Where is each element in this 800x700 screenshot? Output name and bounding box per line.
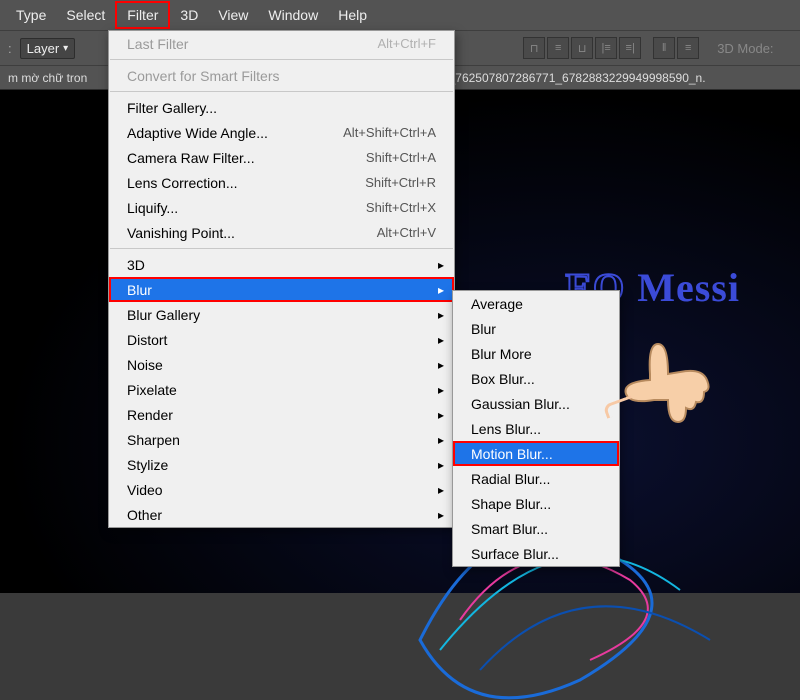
distribute-icon[interactable]: ≡ <box>677 37 699 59</box>
submenu-gaussian-blur[interactable]: Gaussian Blur... <box>453 391 619 416</box>
menu-3d-sub[interactable]: 3D <box>109 252 454 277</box>
menu-camera-raw[interactable]: Camera Raw Filter...Shift+Ctrl+A <box>109 145 454 170</box>
menu-3d[interactable]: 3D <box>170 3 208 27</box>
menu-sharpen-sub[interactable]: Sharpen <box>109 427 454 452</box>
menu-blur-gallery-sub[interactable]: Blur Gallery <box>109 302 454 327</box>
submenu-lens-blur[interactable]: Lens Blur... <box>453 416 619 441</box>
menu-render-sub[interactable]: Render <box>109 402 454 427</box>
blur-submenu: Average Blur Blur More Box Blur... Gauss… <box>452 290 620 567</box>
menu-adaptive-wide[interactable]: Adaptive Wide Angle...Alt+Shift+Ctrl+A <box>109 120 454 145</box>
mode-label: 3D Mode: <box>717 41 773 56</box>
menu-liquify[interactable]: Liquify...Shift+Ctrl+X <box>109 195 454 220</box>
align-icon[interactable]: ≡ <box>547 37 569 59</box>
menu-last-filter: Last FilterAlt+Ctrl+F <box>109 31 454 56</box>
menu-blur-sub[interactable]: Blur <box>109 277 454 302</box>
pointer-hand-icon <box>620 330 710 430</box>
doc-tab-left[interactable]: m mờ chữ tron <box>8 71 87 85</box>
menu-lens-correction[interactable]: Lens Correction...Shift+Ctrl+R <box>109 170 454 195</box>
menu-convert-smart: Convert for Smart Filters <box>109 63 454 88</box>
align-icon[interactable]: ⊓ <box>523 37 545 59</box>
menu-noise-sub[interactable]: Noise <box>109 352 454 377</box>
align-icon-group: ⊓ ≡ ⊔ |≡ ≡| ‖ ≡ <box>523 37 699 59</box>
distribute-icon[interactable]: ‖ <box>653 37 675 59</box>
align-icon[interactable]: ⊔ <box>571 37 593 59</box>
submenu-shape-blur[interactable]: Shape Blur... <box>453 491 619 516</box>
doc-tab-right[interactable]: /662_762507807286771_6782883229949998590… <box>425 71 705 85</box>
menu-view[interactable]: View <box>208 3 258 27</box>
submenu-surface-blur[interactable]: Surface Blur... <box>453 541 619 566</box>
filter-menu: Last FilterAlt+Ctrl+F Convert for Smart … <box>108 30 455 528</box>
menu-separator <box>110 91 453 92</box>
menu-bar: Type Select Filter 3D View Window Help <box>0 0 800 30</box>
layer-dropdown[interactable]: Layer ▾ <box>20 38 76 59</box>
menu-stylize-sub[interactable]: Stylize <box>109 452 454 477</box>
submenu-blur-more[interactable]: Blur More <box>453 341 619 366</box>
submenu-blur[interactable]: Blur <box>453 316 619 341</box>
submenu-motion-blur[interactable]: Motion Blur... <box>453 441 619 466</box>
menu-separator <box>110 248 453 249</box>
submenu-box-blur[interactable]: Box Blur... <box>453 366 619 391</box>
menu-video-sub[interactable]: Video <box>109 477 454 502</box>
layer-dropdown-label: Layer <box>27 41 60 56</box>
submenu-smart-blur[interactable]: Smart Blur... <box>453 516 619 541</box>
menu-type[interactable]: Type <box>6 3 56 27</box>
submenu-average[interactable]: Average <box>453 291 619 316</box>
menu-other-sub[interactable]: Other <box>109 502 454 527</box>
menu-help[interactable]: Help <box>328 3 377 27</box>
menu-window[interactable]: Window <box>258 3 328 27</box>
menu-filter-gallery[interactable]: Filter Gallery... <box>109 95 454 120</box>
menu-distort-sub[interactable]: Distort <box>109 327 454 352</box>
align-icon[interactable]: |≡ <box>595 37 617 59</box>
menu-select[interactable]: Select <box>56 3 115 27</box>
chevron-down-icon: ▾ <box>63 43 68 54</box>
menu-filter[interactable]: Filter <box>115 1 170 29</box>
menu-pixelate-sub[interactable]: Pixelate <box>109 377 454 402</box>
menu-vanishing-point[interactable]: Vanishing Point...Alt+Ctrl+V <box>109 220 454 245</box>
menu-separator <box>110 59 453 60</box>
submenu-radial-blur[interactable]: Radial Blur... <box>453 466 619 491</box>
align-icon[interactable]: ≡| <box>619 37 641 59</box>
